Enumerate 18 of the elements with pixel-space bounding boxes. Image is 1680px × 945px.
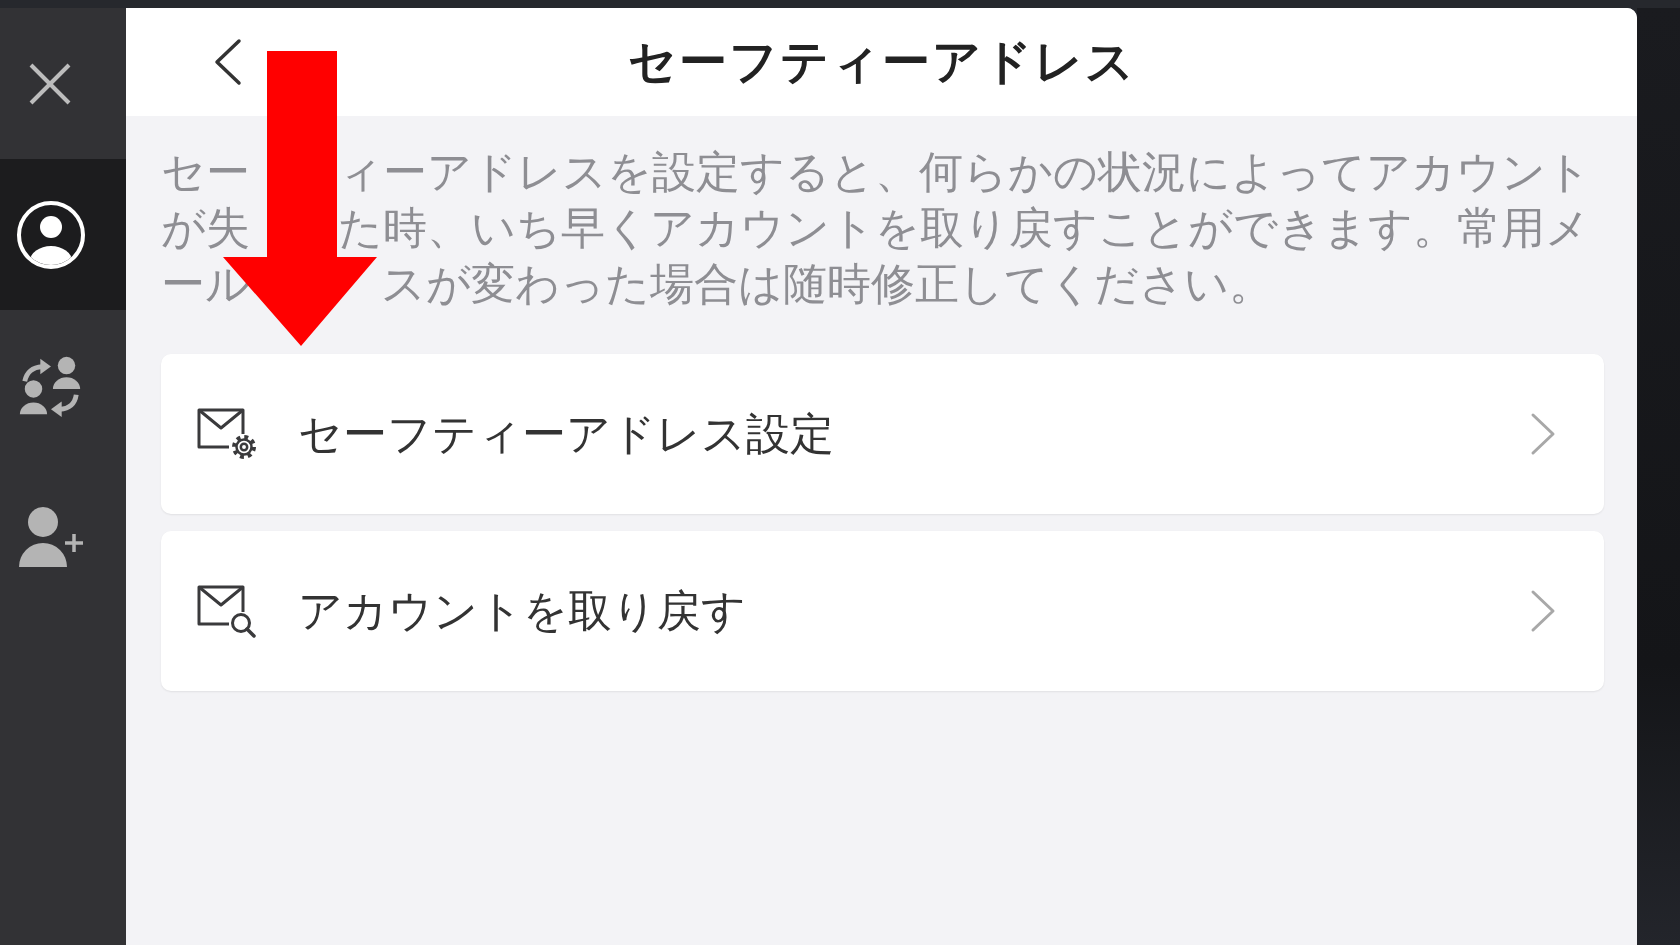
settings-list-item[interactable]: セーフティーアドレス設定: [161, 354, 1604, 514]
close-icon[interactable]: [28, 61, 72, 106]
sidebar-tab[interactable]: [0, 159, 126, 310]
description-text: ール: [161, 258, 250, 310]
back-icon[interactable]: [214, 38, 242, 86]
mail-search-icon: [196, 584, 258, 638]
add-user-icon: [16, 505, 84, 568]
description-text: スが変わった場合は随時修正してください。: [381, 258, 1274, 310]
profile-icon: [16, 199, 86, 270]
mail-gear-icon: [196, 407, 258, 461]
description-text: セー: [161, 146, 250, 198]
settings-list-item[interactable]: アカウントを取り戻す: [161, 531, 1604, 691]
page-title: セーフティーアドレス: [627, 34, 1136, 90]
description-text: ィーアドレスを設定すると、何らかの状況によってアカウント: [337, 146, 1591, 198]
description-text: が失: [161, 202, 250, 254]
chevron-right-icon: [1530, 412, 1556, 456]
chevron-right-icon: [1530, 589, 1556, 633]
description-text: た時、いち早くアカウントを取り戻すことができます。常用メ: [337, 202, 1590, 254]
